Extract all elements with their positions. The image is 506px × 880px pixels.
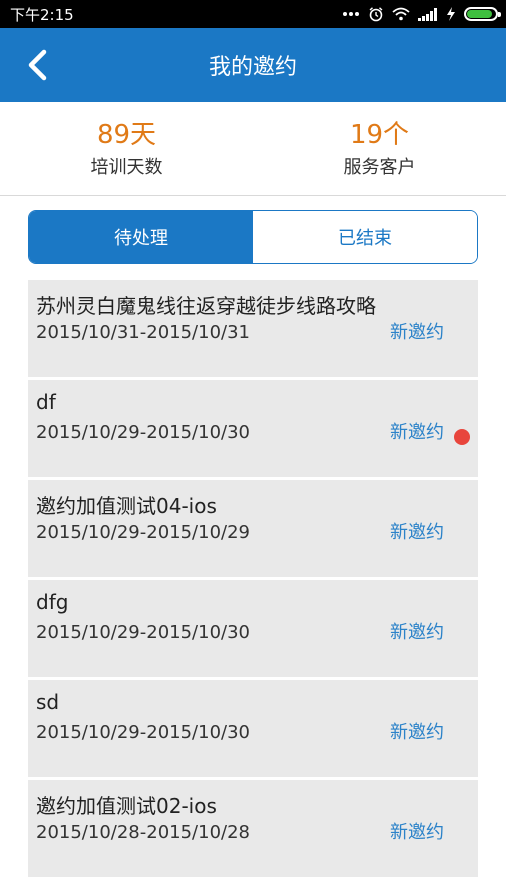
invitation-name: df	[36, 390, 56, 414]
invitation-dates: 2015/10/29-2015/10/30	[36, 622, 250, 643]
more-dots-icon	[342, 11, 360, 17]
invitation-dates: 2015/10/29-2015/10/30	[36, 422, 250, 443]
chevron-left-icon	[28, 49, 47, 81]
invitation-name: sd	[36, 690, 60, 714]
invitation-item[interactable]: 苏州灵白魔鬼线往返穿越徒步线路攻略 2015/10/31-2015/10/31 …	[28, 280, 478, 377]
battery-level	[467, 10, 492, 18]
stat-label: 培训天数	[90, 156, 163, 178]
status-bar: 下午2:15	[0, 0, 506, 28]
invitation-dates: 2015/10/29-2015/10/30	[36, 722, 250, 743]
tab-pending[interactable]: 待处理	[29, 211, 253, 263]
invitation-list: 苏州灵白魔鬼线往返穿越徒步线路攻略 2015/10/31-2015/10/31 …	[28, 280, 478, 880]
invitation-name: dfg	[36, 590, 69, 614]
segmented-tabs: 待处理 已结束	[28, 210, 478, 264]
unread-dot-icon	[454, 429, 470, 445]
invitation-status: 新邀约	[390, 522, 444, 543]
back-button[interactable]	[18, 46, 56, 84]
invitation-status: 新邀约	[390, 622, 444, 643]
tab-finished[interactable]: 已结束	[253, 211, 477, 263]
invitation-status: 新邀约	[390, 722, 444, 743]
alarm-icon	[368, 6, 384, 22]
charging-icon	[446, 7, 456, 21]
stat-value: 19个	[349, 119, 410, 150]
invitation-item[interactable]: dfg 2015/10/29-2015/10/30 新邀约	[28, 580, 478, 677]
stat-value: 89天	[96, 119, 157, 150]
page-title: 我的邀约	[208, 55, 297, 80]
stats-panel: 89天 培训天数 19个 服务客户	[0, 102, 506, 196]
invitation-name: 邀约加值测试02-ios	[36, 794, 217, 818]
invitation-item[interactable]: df 2015/10/29-2015/10/30 新邀约	[28, 380, 478, 477]
invitation-item[interactable]: 邀约加值测试02-ios 2015/10/28-2015/10/28 新邀约	[28, 780, 478, 877]
invitation-status: 新邀约	[390, 322, 444, 343]
signal-icon	[418, 7, 438, 21]
stat-served-customers: 19个 服务客户	[253, 102, 506, 195]
status-time: 下午2:15	[10, 5, 74, 24]
stat-label: 服务客户	[343, 156, 416, 178]
app-header: 我的邀约	[0, 28, 506, 102]
invitation-name: 苏州灵白魔鬼线往返穿越徒步线路攻略	[36, 294, 376, 318]
stat-training-days: 89天 培训天数	[0, 102, 253, 195]
wifi-icon	[392, 7, 410, 21]
battery-icon	[464, 7, 501, 21]
invitation-dates: 2015/10/28-2015/10/28	[36, 822, 250, 843]
invitation-item[interactable]: 邀约加值测试04-ios 2015/10/29-2015/10/29 新邀约	[28, 480, 478, 577]
invitation-name: 邀约加值测试04-ios	[36, 494, 217, 518]
invitation-status: 新邀约	[390, 422, 444, 443]
status-icons	[342, 6, 501, 22]
invitation-dates: 2015/10/31-2015/10/31	[36, 322, 250, 343]
invitation-item[interactable]: sd 2015/10/29-2015/10/30 新邀约	[28, 680, 478, 777]
invitation-dates: 2015/10/29-2015/10/29	[36, 522, 250, 543]
invitation-status: 新邀约	[390, 822, 444, 843]
